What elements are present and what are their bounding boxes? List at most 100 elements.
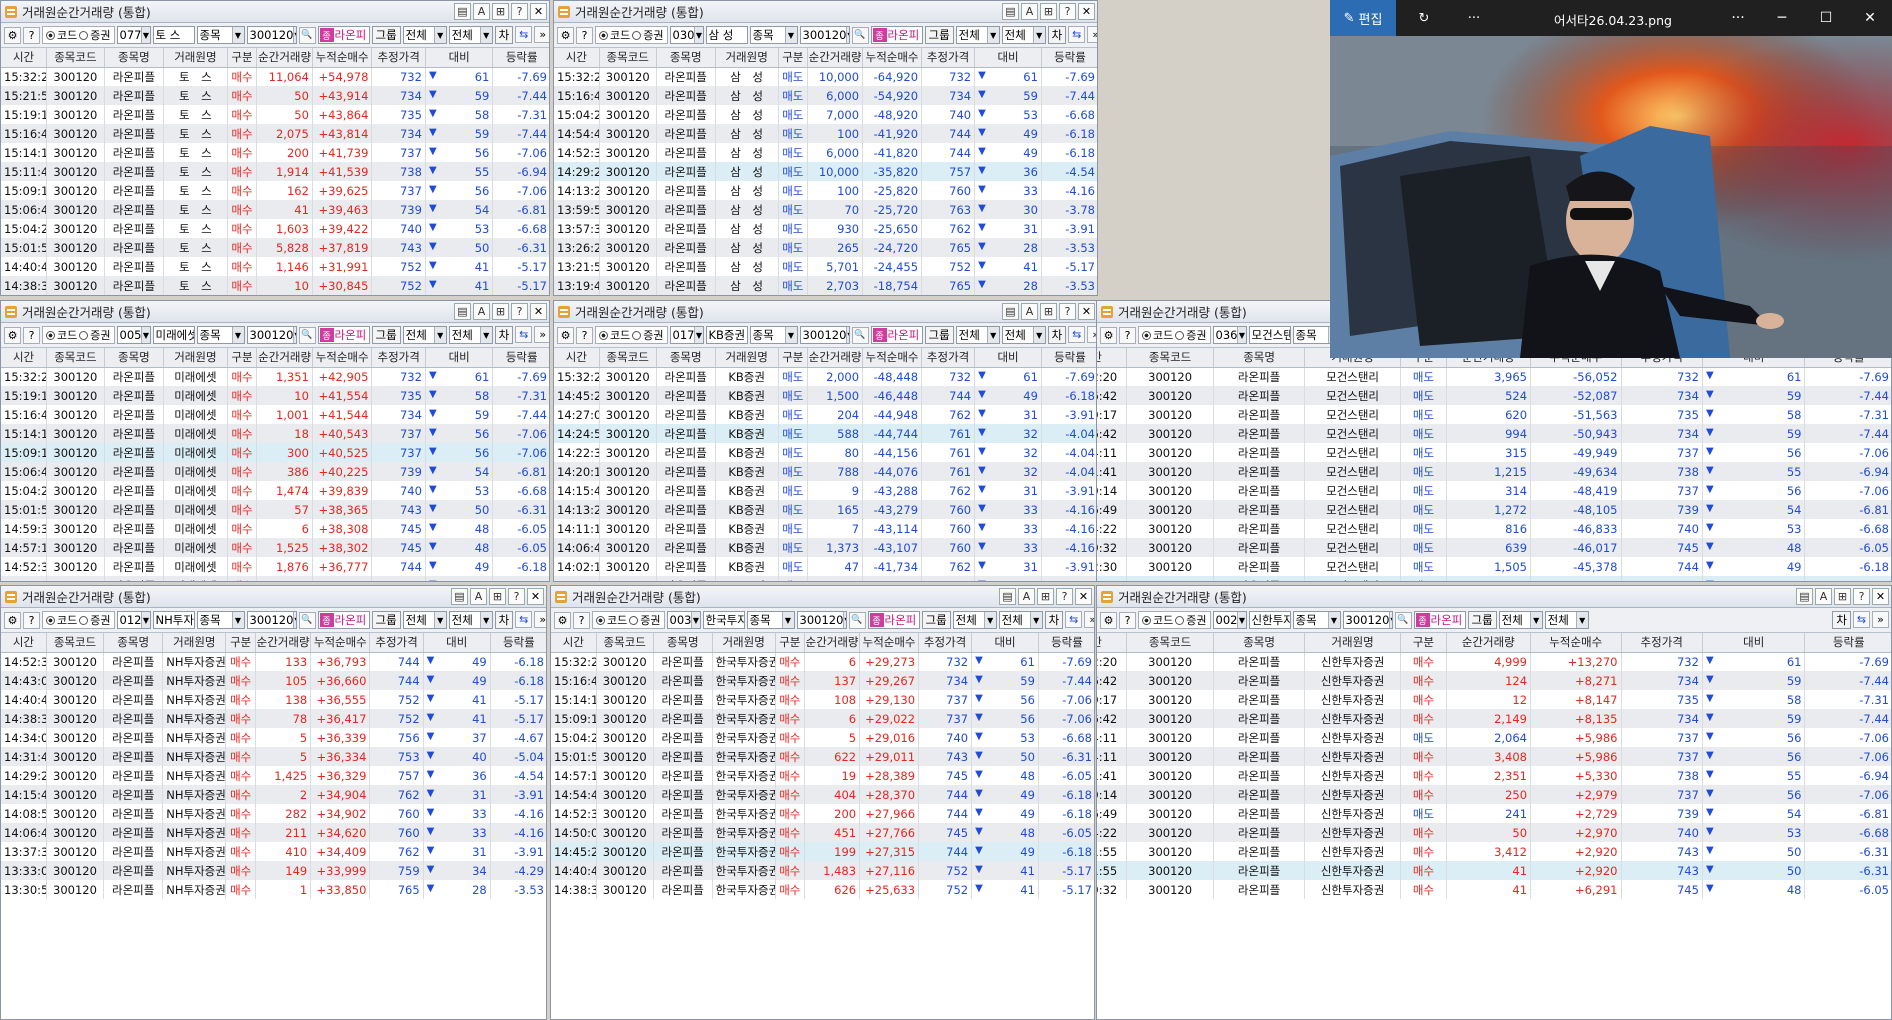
radio-code[interactable] (1142, 615, 1151, 625)
radio-name[interactable] (79, 30, 89, 40)
chevron-down-icon[interactable]: ▼ (141, 327, 150, 343)
search-icon[interactable]: 🔍 (298, 326, 316, 344)
next-icon[interactable]: » (1872, 611, 1889, 628)
stock-name-field[interactable]: 종라온피 (867, 611, 920, 629)
broker-name-field[interactable]: 신한투자 (1248, 611, 1291, 629)
table-row[interactable]: 15:09:14300120라온피플신한투자증권매수250+2,979737▼5… (1097, 785, 1891, 804)
radio-code[interactable] (596, 615, 605, 625)
close-icon[interactable]: ✕ (1078, 3, 1095, 20)
broker-name-field[interactable]: 토 스 (152, 26, 195, 44)
alert-icon[interactable]: A (1021, 3, 1038, 20)
table-row[interactable]: 14:50:09300120라온피플한국투자증권매수451+27,766745▼… (551, 823, 1094, 842)
help-icon[interactable]: ? (1059, 303, 1076, 320)
table-row[interactable]: 14:13:24300120라온피플삼 성매도100-25,820760▼33-… (554, 181, 1097, 200)
table-row[interactable]: 14:40:49300120라온피플한국투자증권매수1,483+27,11675… (551, 861, 1094, 880)
radio-code[interactable] (1142, 330, 1151, 340)
market-combo[interactable]: 종목▼ (196, 611, 245, 629)
stock-name-field[interactable]: 종라온피 (870, 26, 923, 44)
table-row[interactable]: 15:16:42300120라온피플삼 성매도6,000-54,920734▼5… (554, 86, 1097, 105)
help-icon[interactable]: ? (1853, 588, 1870, 605)
col-header[interactable]: 추정가격 (1621, 633, 1703, 653)
table-row[interactable]: 15:09:14300120라온피플모건스탠리매도314-48,419737▼5… (1097, 481, 1891, 500)
help-icon[interactable]: ? (1056, 588, 1073, 605)
next-icon[interactable]: » (534, 611, 546, 628)
table-row[interactable]: 15:19:17300120라온피플신한투자증권매수12+8,147735▼58… (1097, 690, 1891, 709)
save-icon[interactable]: ⊞ (1040, 3, 1057, 20)
table-row[interactable]: 15:16:42300120라온피플한국투자증권매수137+29,267734▼… (551, 671, 1094, 690)
group-button[interactable]: 그룹 (924, 26, 954, 44)
radio-name[interactable] (1175, 615, 1185, 625)
settings-icon[interactable]: ⚙ (4, 326, 21, 344)
close-icon[interactable]: ✕ (1848, 0, 1892, 36)
market-combo[interactable]: 종목▼ (196, 326, 245, 344)
table-row[interactable]: 15:19:17300120라온피플토 스매수50+43,864735▼58-7… (1, 105, 549, 124)
table-row[interactable]: 14:02:11300120라온피플KB증권매도47-41,734762▼31-… (554, 557, 1097, 576)
col-header[interactable]: 등락률 (1038, 633, 1094, 653)
table-row[interactable]: 13:59:52300120라온피플KB증권매도183-41,687763▼30… (554, 576, 1097, 581)
close-icon[interactable]: ✕ (1078, 303, 1095, 320)
table-row[interactable]: 13:33:08300120라온피플NH투자증권매수149+33,999759▼… (1, 861, 546, 880)
stock-name-field[interactable]: 종라온피 (317, 26, 370, 44)
chevron-down-icon[interactable]: ▼ (1032, 327, 1045, 343)
code-radio-group[interactable]: 코드 증권 (1138, 326, 1211, 344)
cha-button[interactable]: 차 (494, 326, 514, 344)
refresh-icon[interactable]: ⇆ (1065, 611, 1083, 628)
table-row[interactable]: 15:01:55300120라온피플신한투자증권매수41+2,920743▼50… (1097, 861, 1891, 880)
table-row[interactable]: 15:16:42300120라온피플모건스탠리매도994-50,943734▼5… (1097, 424, 1891, 443)
edit-button[interactable]: ✎ 편집 (1330, 0, 1396, 36)
table-row[interactable]: 15:09:14300120라온피플미래에셋매수300+40,525737▼56… (1, 443, 549, 462)
col-header[interactable]: 종목명 (1213, 633, 1305, 653)
broker-name-field[interactable]: KB증권 (705, 326, 748, 344)
broker-code-combo[interactable]: 077 ▼ (116, 26, 151, 44)
table-row[interactable]: 15:19:17300120라온피플모건스탠리매도620-51,563735▼5… (1097, 405, 1891, 424)
help-icon[interactable]: ? (1059, 3, 1076, 20)
table-row[interactable]: 14:38:34300120라온피플NH투자증권매수78+36,417752▼4… (1, 709, 546, 728)
cha-button[interactable]: 차 (1047, 26, 1067, 44)
col-header[interactable]: 순간거래량 (255, 633, 312, 653)
cha-button[interactable]: 차 (1832, 611, 1851, 629)
table-row[interactable]: 15:19:17300120라온피플미래에셋매수10+41,554735▼58-… (1, 386, 549, 405)
table-row[interactable]: 14:52:30300120라온피플한국투자증권매수200+27,966744▼… (551, 804, 1094, 823)
col-header[interactable]: 대비 (974, 48, 1042, 68)
broker-name-field[interactable]: 삼 성 (705, 26, 748, 44)
col-header[interactable]: 추정가격 (371, 348, 426, 368)
table-row[interactable]: 14:38:34300120라온피플한국투자증권매수626+25,633752▼… (551, 880, 1094, 899)
table-row[interactable]: 15:14:11300120라온피플모건스탠리매도315-49,949737▼5… (1097, 443, 1891, 462)
help-small-icon[interactable]: ? (23, 26, 40, 44)
table-row[interactable]: 13:21:57300120라온피플삼 성매도5,701-24,455752▼4… (554, 257, 1097, 276)
layout-icon[interactable]: ▤ (999, 588, 1016, 605)
help-icon[interactable]: ? (508, 588, 525, 605)
settings-icon[interactable]: ⚙ (557, 326, 574, 344)
table-row[interactable]: 14:06:41300120라온피플NH투자증권매수211+34,620760▼… (1, 823, 546, 842)
broker-code-combo[interactable]: 002 ▼ (1212, 611, 1247, 629)
alert-icon[interactable]: A (473, 303, 490, 320)
chevron-down-icon[interactable]: ▼ (1237, 612, 1246, 628)
filter-combo-1[interactable]: 전체▼ (955, 26, 1000, 44)
table-row[interactable]: 15:11:41300120라온피플토 스매수1,914+41,539738▼5… (1, 162, 549, 181)
help-icon[interactable]: ? (511, 3, 528, 20)
refresh-icon[interactable]: ⇆ (515, 26, 533, 43)
col-header[interactable]: 종목코드 (46, 348, 105, 368)
search-icon[interactable]: 🔍 (848, 611, 866, 629)
col-header[interactable]: 종목코드 (46, 48, 105, 68)
table-row[interactable]: 15:01:55300120라온피플한국투자증권매수622+29,011743▼… (551, 747, 1094, 766)
rotate-icon[interactable]: ↻ (1396, 0, 1452, 36)
chevron-down-icon[interactable]: ▼ (231, 327, 244, 343)
table-row[interactable]: 15:09:14300120라온피플한국투자증권매수6+29,022737▼56… (551, 709, 1094, 728)
table-row[interactable]: 14:20:16300120라온피플KB증권매도788-44,076761▼32… (554, 462, 1097, 481)
broker-code-combo[interactable]: 036 ▼ (1212, 326, 1247, 344)
radio-name[interactable] (1175, 330, 1185, 340)
col-header[interactable]: 추정가격 (371, 48, 426, 68)
table-row[interactable]: 14:40:49300120라온피플토 스매수1,146+31,991752▼4… (1, 257, 549, 276)
table-row[interactable]: 15:32:20300120라온피플모건스탠리매도3,965-56,052732… (1097, 367, 1891, 386)
filter-combo-2[interactable]: 전체▼ (998, 611, 1043, 629)
col-header[interactable]: 대비 (423, 633, 491, 653)
filter-combo-2[interactable]: 전체▼ (448, 611, 493, 629)
table-row[interactable]: 14:27:05300120라온피플KB증권매도204-44,948762▼31… (554, 405, 1097, 424)
col-header[interactable]: 거래원명 (715, 348, 779, 368)
more-menu-icon[interactable]: ··· (1716, 0, 1760, 36)
table-row[interactable]: 15:32:20300120라온피플토 스매수11,064+54,978732▼… (1, 67, 549, 86)
col-header[interactable]: 시간 (1, 633, 47, 653)
col-header[interactable]: 구분 (225, 633, 256, 653)
col-header[interactable]: 구분 (778, 348, 809, 368)
